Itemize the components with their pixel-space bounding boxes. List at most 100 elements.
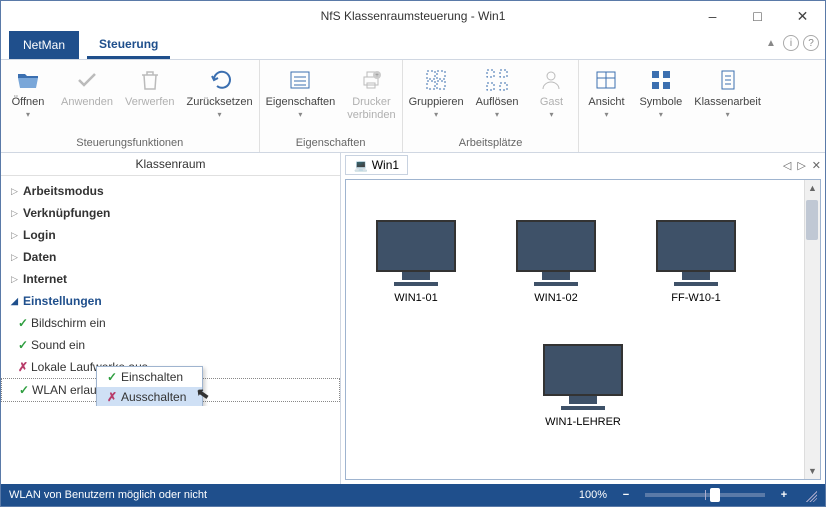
tree-login[interactable]: ▷Login [1, 224, 340, 246]
monitor-icon [543, 344, 623, 396]
printer-label: Drucker verbinden [347, 96, 395, 122]
folder-open-icon [16, 66, 40, 94]
check-icon: ✓ [103, 370, 121, 384]
open-label: Öffnen [12, 96, 45, 109]
apply-button: Anwenden [55, 60, 119, 135]
tab-prev-button[interactable]: ◁ [783, 159, 791, 172]
symbols-button[interactable]: Symbole ▾ [633, 60, 688, 135]
monitor-icon: 💻 [354, 159, 368, 172]
close-button[interactable]: ✕ [780, 1, 825, 31]
workspace-tab-label: Win1 [372, 158, 399, 172]
table-icon [594, 66, 618, 94]
zoom-in-button[interactable]: + [777, 489, 791, 501]
group-label: Gruppieren [409, 96, 464, 109]
trash-icon [138, 66, 162, 94]
tab-close-button[interactable]: ✕ [812, 159, 821, 172]
scroll-thumb[interactable] [806, 200, 818, 240]
ungroup-button[interactable]: Auflösen ▾ [470, 60, 525, 135]
x-icon: ✗ [103, 390, 121, 404]
classwork-label: Klassenarbeit [694, 96, 761, 109]
guest-button: Gast ▾ [524, 60, 578, 135]
computer-item[interactable]: WIN1-02 [516, 220, 596, 304]
discard-button: Verwerfen [119, 60, 181, 135]
zoom-slider[interactable] [645, 493, 765, 497]
symbols-label: Symbole [639, 96, 682, 109]
properties-button[interactable]: Eigenschaften ▾ [260, 60, 342, 135]
computer-item[interactable]: WIN1-01 [376, 220, 456, 304]
chevron-down-icon: ▾ [604, 110, 608, 119]
computer-label: FF-W10-1 [671, 292, 721, 304]
reset-button[interactable]: Zurücksetzen ▾ [181, 60, 259, 135]
tree-einstellungen[interactable]: ◢Einstellungen [1, 290, 340, 312]
check-icon: ✓ [15, 314, 31, 332]
help-button[interactable]: ? [803, 35, 819, 51]
computer-item[interactable]: FF-W10-1 [656, 220, 736, 304]
maximize-button[interactable]: □ [735, 1, 780, 31]
tab-steuerung[interactable]: Steuerung [87, 31, 170, 59]
ungroup-icon [485, 66, 509, 94]
scroll-down-icon[interactable]: ▼ [805, 463, 820, 479]
check-icon: ✓ [16, 381, 32, 399]
properties-label: Eigenschaften [266, 96, 336, 109]
ungroup-label: Auflösen [476, 96, 519, 109]
document-icon [716, 66, 740, 94]
chevron-down-icon: ▾ [495, 110, 499, 119]
computer-label: WIN1-01 [394, 292, 437, 304]
printer-icon: + [359, 66, 383, 94]
open-button[interactable]: Öffnen ▾ [1, 60, 55, 135]
computer-label: WIN1-02 [534, 292, 577, 304]
tab-netman[interactable]: NetMan [9, 31, 79, 59]
tree-verknuepfungen[interactable]: ▷Verknüpfungen [1, 202, 340, 224]
group-button[interactable]: Gruppieren ▾ [403, 60, 470, 135]
setting-bildschirm[interactable]: ✓Bildschirm ein [1, 312, 340, 334]
ribbon-group-steuerungsfunktionen: Steuerungsfunktionen [1, 135, 259, 152]
x-icon: ✗ [15, 358, 31, 376]
view-button[interactable]: Ansicht ▾ [579, 60, 633, 135]
scrollbar-vertical[interactable]: ▲ ▼ [804, 180, 820, 479]
chevron-down-icon: ▾ [434, 110, 438, 119]
menu-einschalten[interactable]: ✓Einschalten [97, 367, 202, 387]
tree-internet[interactable]: ▷Internet [1, 268, 340, 290]
zoom-percent: 100% [579, 489, 607, 501]
icons-icon [649, 66, 673, 94]
sidebar-title: Klassenraum [1, 153, 340, 176]
svg-text:+: + [376, 73, 380, 79]
zoom-out-button[interactable]: − [619, 489, 633, 501]
ribbon-group-eigenschaften: Eigenschaften [260, 135, 402, 152]
monitor-icon [376, 220, 456, 272]
minimize-button[interactable]: – [690, 1, 735, 31]
status-message: WLAN von Benutzern möglich oder nicht [9, 489, 207, 501]
resize-grip[interactable] [803, 488, 817, 502]
ribbon-group-arbeitsplaetze: Arbeitsplätze [403, 135, 579, 152]
menu-ausschalten[interactable]: ✗Ausschalten [97, 387, 202, 406]
group-icon [424, 66, 448, 94]
computer-label: WIN1-LEHRER [545, 416, 621, 428]
chevron-down-icon: ▾ [26, 110, 30, 119]
tab-next-button[interactable]: ▷ [797, 159, 805, 172]
chevron-down-icon: ▾ [659, 110, 663, 119]
view-label: Ansicht [588, 96, 624, 109]
chevron-down-icon: ▾ [549, 110, 553, 119]
monitor-icon [656, 220, 736, 272]
tree-arbeitsmodus[interactable]: ▷Arbeitsmodus [1, 180, 340, 202]
list-icon [288, 66, 312, 94]
check-icon: ✓ [15, 336, 31, 354]
info-button[interactable]: i [783, 35, 799, 51]
reset-label: Zurücksetzen [187, 96, 253, 109]
tree-daten[interactable]: ▷Daten [1, 246, 340, 268]
chevron-down-icon: ▾ [726, 110, 730, 119]
computer-item[interactable]: WIN1-LEHRER [543, 344, 623, 428]
chevron-down-icon: ▾ [218, 110, 222, 119]
scroll-up-icon[interactable]: ▲ [805, 180, 820, 196]
checkmark-icon [75, 66, 99, 94]
guest-label: Gast [540, 96, 563, 109]
context-menu: ✓Einschalten ✗Ausschalten [96, 366, 203, 406]
setting-sound[interactable]: ✓Sound ein [1, 334, 340, 356]
discard-label: Verwerfen [125, 96, 175, 109]
workspace-tab[interactable]: 💻 Win1 [345, 155, 408, 175]
monitor-icon [516, 220, 596, 272]
user-icon [539, 66, 563, 94]
chevron-down-icon: ▾ [298, 110, 302, 119]
ribbon-collapse-button[interactable]: ▲ [763, 35, 779, 51]
classwork-button[interactable]: Klassenarbeit ▾ [688, 60, 767, 135]
